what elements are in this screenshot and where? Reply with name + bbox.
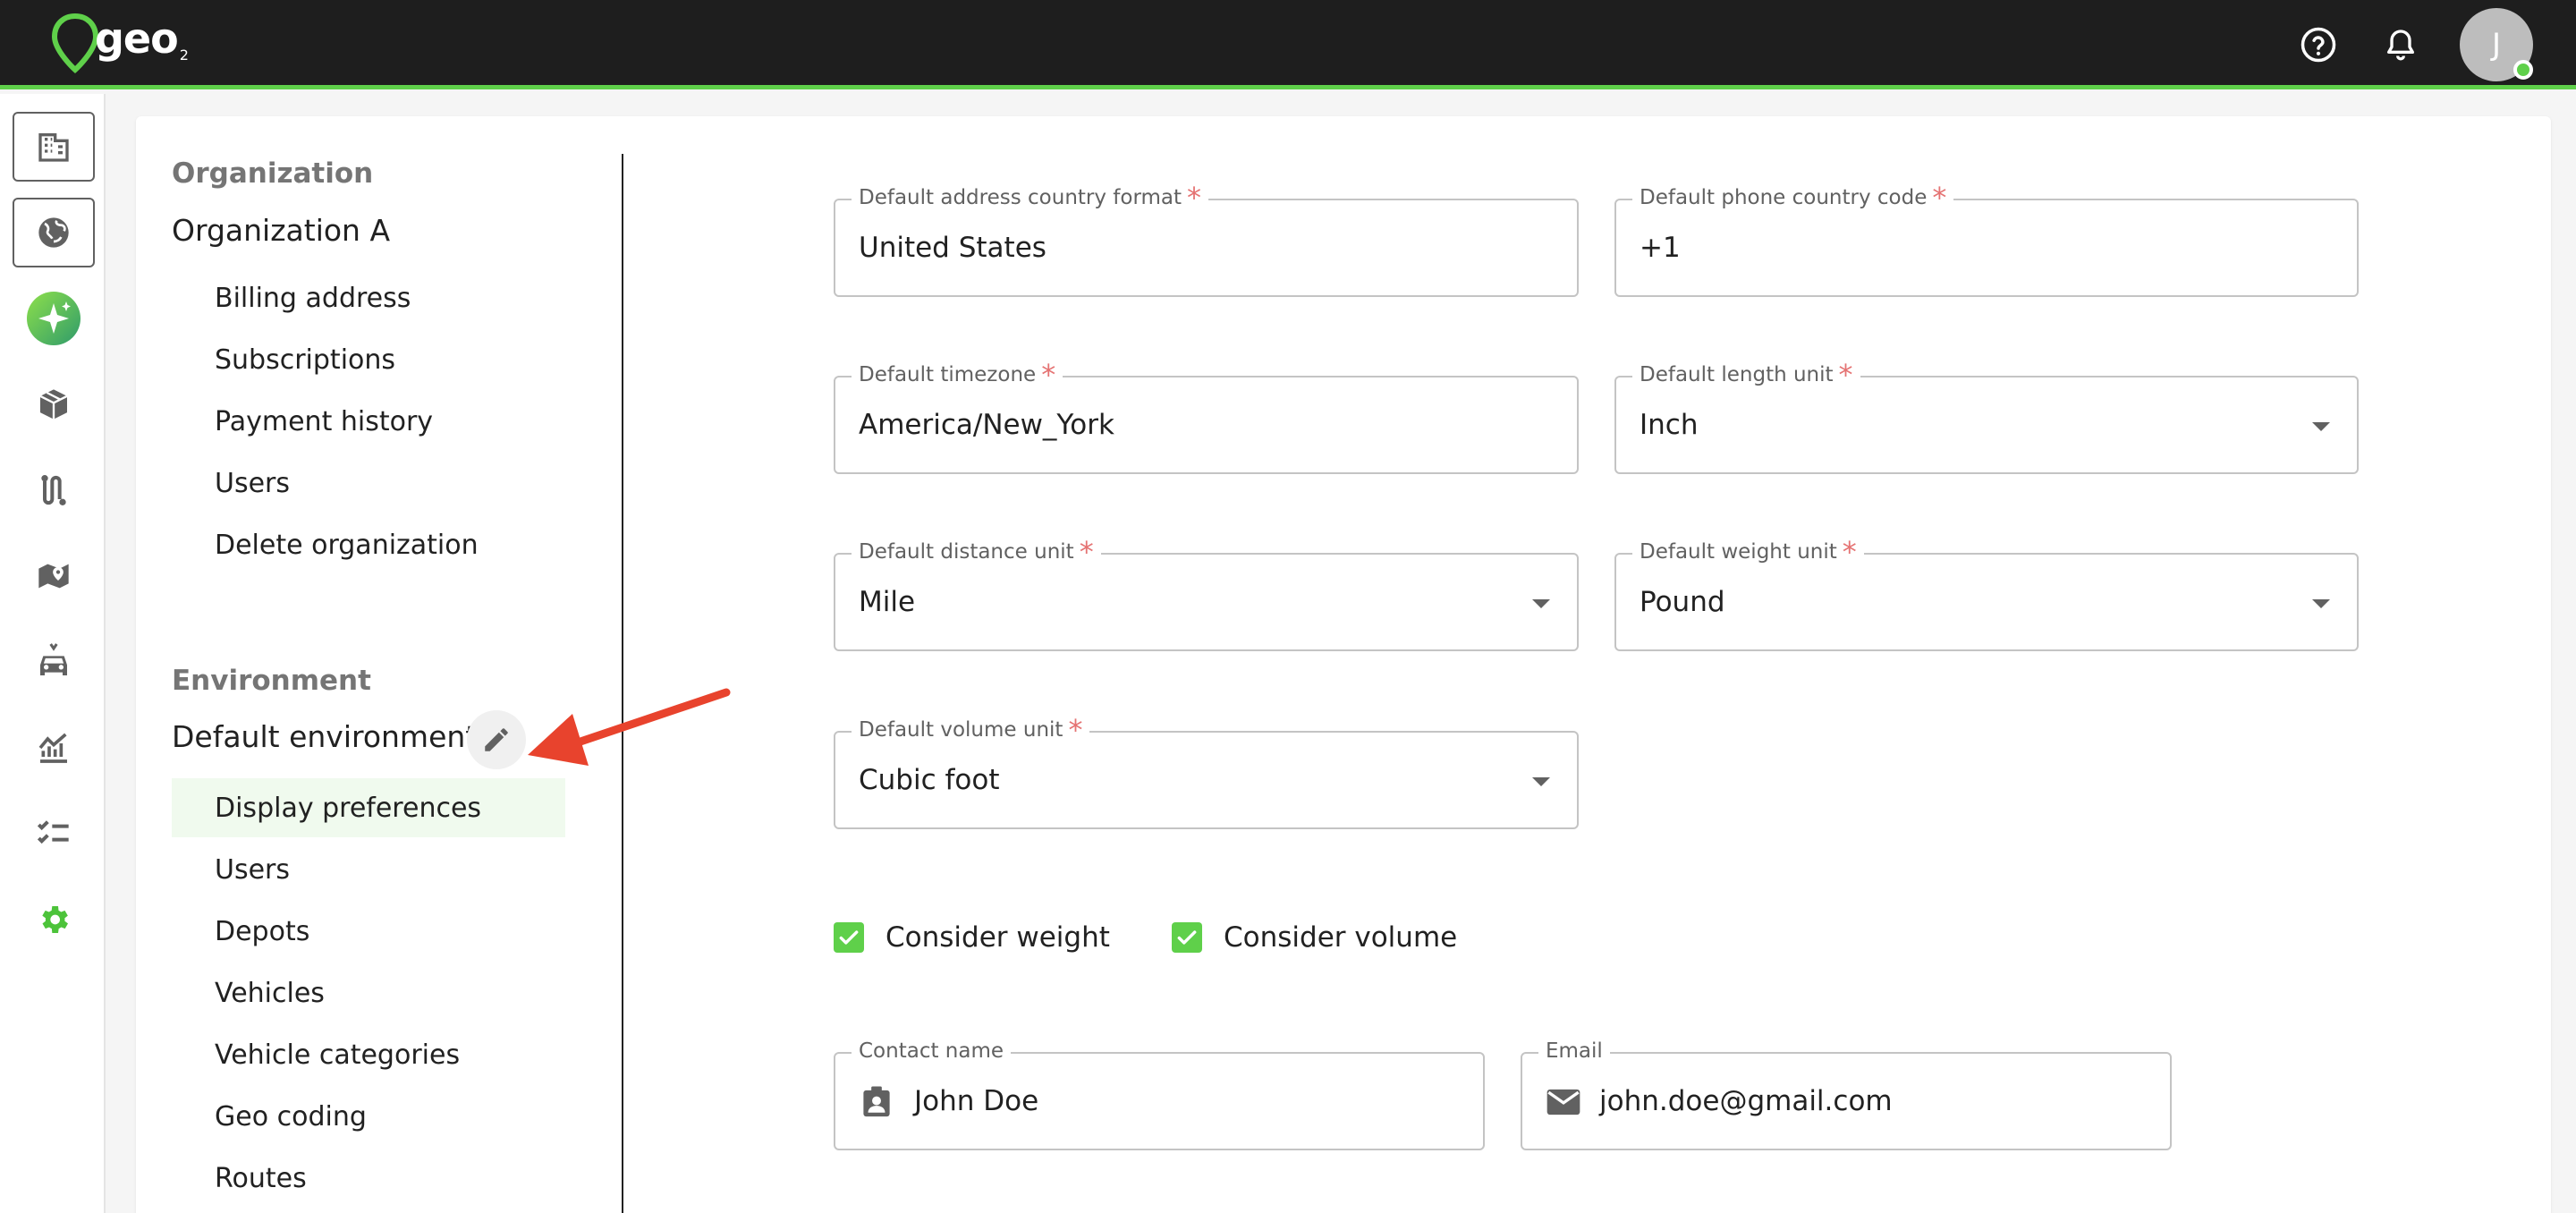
weight-unit-value: Pound xyxy=(1640,586,1725,618)
timezone-value: America/New_York xyxy=(859,409,1114,441)
distance-unit-value: Mile xyxy=(859,586,916,618)
required-asterisk: * xyxy=(1068,713,1083,747)
volume-unit-value: Cubic foot xyxy=(859,764,1000,796)
address-format-field[interactable]: Default address country format * United S… xyxy=(834,183,1579,297)
address-format-value: United States xyxy=(859,232,1046,264)
caret-down-icon[interactable] xyxy=(1532,599,1550,608)
consider-volume-checkbox[interactable]: Consider volume xyxy=(1172,921,1457,954)
sparkle-icon xyxy=(27,292,80,345)
rail-item-vehicles[interactable] xyxy=(13,627,95,697)
nav-environment-name: Default environment xyxy=(172,719,478,754)
caret-down-icon[interactable] xyxy=(2312,599,2330,608)
volume-unit-select[interactable]: Default volume unit * Cubic foot xyxy=(834,716,1579,829)
rail-item-settings[interactable] xyxy=(13,885,95,954)
phone-code-value: +1 xyxy=(1640,232,1681,264)
vehicle-icon xyxy=(40,643,67,675)
consider-weight-checkbox[interactable]: Consider weight xyxy=(834,921,1110,954)
nav-item-payment-history[interactable]: Payment history xyxy=(172,392,565,451)
weight-unit-select[interactable]: Default weight unit * Pound xyxy=(1614,538,2359,651)
checkbox-checked-icon[interactable] xyxy=(1172,922,1202,953)
timezone-field[interactable]: Default timezone * America/New_York xyxy=(834,361,1579,474)
nav-item-geo-coding[interactable]: Geo coding xyxy=(172,1087,565,1146)
pin-logo-icon xyxy=(51,13,99,74)
nav-heading-organization: Organization xyxy=(172,157,374,190)
gear-icon xyxy=(42,906,68,933)
logo-text: geo xyxy=(95,14,179,63)
online-status-dot xyxy=(2513,60,2533,80)
logo-subscript: 2 xyxy=(179,47,189,64)
rail-item-packages[interactable] xyxy=(13,369,95,439)
rail-item-ai[interactable] xyxy=(13,284,95,353)
avatar-initial: J xyxy=(2491,27,2502,63)
nav-item-subscriptions[interactable]: Subscriptions xyxy=(172,330,565,389)
bell-icon[interactable] xyxy=(2379,23,2422,66)
nav-item-org-users[interactable]: Users xyxy=(172,454,565,513)
map-pin-icon xyxy=(38,564,69,589)
nav-item-vehicle-categories[interactable]: Vehicle categories xyxy=(172,1025,565,1084)
contact-card-icon xyxy=(859,1084,894,1120)
length-unit-select[interactable]: Default length unit * Inch xyxy=(1614,361,2359,474)
nav-item-delete-organization[interactable]: Delete organization xyxy=(172,515,565,574)
checkbox-checked-icon[interactable] xyxy=(834,922,864,953)
rail-item-analytics[interactable] xyxy=(13,713,95,783)
nav-item-routes[interactable]: Routes xyxy=(172,1149,565,1208)
nav-item-vehicles[interactable]: Vehicles xyxy=(172,963,565,1022)
nav-item-depots[interactable]: Depots xyxy=(172,902,565,961)
rail-item-routes[interactable] xyxy=(13,455,95,525)
email-value: john.doe@gmail.com xyxy=(1599,1085,1893,1117)
route-icon xyxy=(41,475,66,505)
caret-down-icon[interactable] xyxy=(1532,777,1550,786)
caret-down-icon[interactable] xyxy=(2312,422,2330,431)
nav-organization-name: Organization A xyxy=(172,213,391,248)
building-icon xyxy=(38,133,69,162)
left-rail xyxy=(0,94,106,1213)
rail-item-environment[interactable] xyxy=(13,198,95,267)
nav-heading-environment: Environment xyxy=(172,665,371,697)
logo[interactable]: geo 2 xyxy=(50,13,189,77)
nav-item-billing-address[interactable]: Billing address xyxy=(172,268,565,327)
contact-name-field[interactable]: Contact name John Doe xyxy=(834,1038,1485,1150)
contact-name-value: John Doe xyxy=(914,1085,1039,1117)
checklist-icon xyxy=(37,820,69,844)
rail-item-tasks[interactable] xyxy=(13,799,95,869)
edit-environment-button[interactable] xyxy=(467,710,526,769)
required-asterisk: * xyxy=(1187,181,1202,215)
required-asterisk: * xyxy=(1842,535,1857,569)
globe-icon xyxy=(38,217,69,248)
phone-code-field[interactable]: Default phone country code * +1 xyxy=(1614,183,2359,297)
rail-item-organization[interactable] xyxy=(13,112,95,182)
consider-volume-label: Consider volume xyxy=(1224,921,1458,954)
nav-item-env-users[interactable]: Users xyxy=(172,840,565,899)
top-bar: geo 2 J xyxy=(0,0,2576,89)
required-asterisk: * xyxy=(1932,181,1947,215)
pencil-icon xyxy=(485,728,508,751)
help-circle-icon[interactable] xyxy=(2297,23,2340,66)
consider-weight-label: Consider weight xyxy=(886,921,1110,954)
email-field[interactable]: Email john.doe@gmail.com xyxy=(1521,1038,2172,1150)
nav-item-display-preferences[interactable]: Display preferences xyxy=(172,778,565,837)
mail-icon xyxy=(1546,1084,1581,1120)
annotation-arrow-icon xyxy=(528,688,731,766)
length-unit-value: Inch xyxy=(1640,409,1699,441)
required-asterisk: * xyxy=(1838,358,1853,392)
distance-unit-select[interactable]: Default distance unit * Mile xyxy=(834,538,1579,651)
rail-item-map[interactable] xyxy=(13,541,95,611)
analytics-icon xyxy=(38,733,67,763)
phone-code-label: Default phone country code * xyxy=(1632,183,1954,212)
required-asterisk: * xyxy=(1079,535,1094,569)
avatar[interactable]: J xyxy=(2460,8,2533,81)
package-icon xyxy=(39,389,68,420)
